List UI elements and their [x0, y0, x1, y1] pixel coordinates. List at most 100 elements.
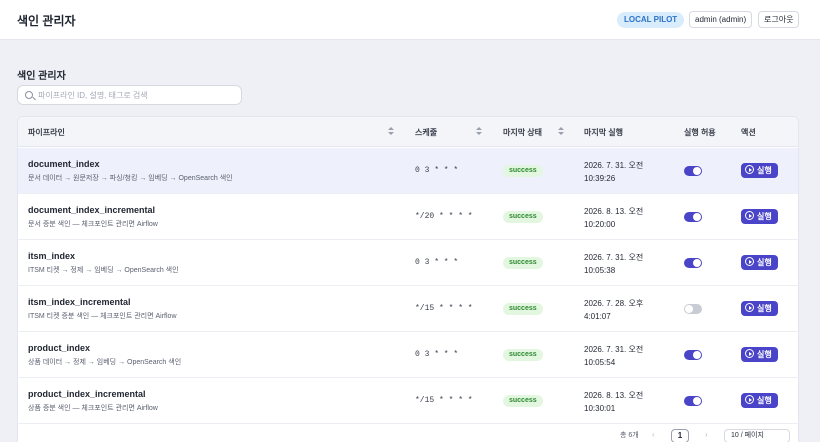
- enable-toggle[interactable]: [684, 350, 702, 360]
- run-label: 실행: [757, 396, 772, 405]
- page-size-select[interactable]: 10 / 페이지: [724, 429, 790, 442]
- run-button[interactable]: 실행: [741, 163, 778, 178]
- play-icon: [745, 395, 754, 404]
- run-button[interactable]: 실행: [741, 347, 778, 362]
- status-badge: success: [503, 349, 543, 361]
- last-run: 2026. 7. 31. 오전 10:05:38: [584, 251, 643, 277]
- last-run-time: 10:39:26: [584, 174, 616, 183]
- play-icon: [745, 165, 754, 174]
- toggle-knob: [693, 351, 701, 359]
- last-run-time: 10:05:54: [584, 358, 616, 367]
- search-input[interactable]: [38, 88, 238, 103]
- next-page-button[interactable]: ›: [705, 430, 708, 439]
- enable-toggle[interactable]: [684, 166, 702, 176]
- top-bar: 색인 관리자 LOCAL PILOT admin (admin) 로그아웃: [0, 0, 820, 40]
- status-badge: success: [503, 165, 543, 177]
- column-header-status[interactable]: 마지막 상태: [503, 127, 542, 138]
- page-1-button[interactable]: 1: [671, 429, 689, 442]
- sort-icon[interactable]: [476, 127, 482, 137]
- last-run-date: 2026. 8. 13. 오전: [584, 207, 644, 216]
- pipeline-description: ITSM 티켓 증분 색인 — 체크포인트 관리면 Airflow: [28, 313, 177, 320]
- pipeline-table: 파이프라인 스케줄 마지막 상태 마지막 실행 실행 허용 액션 documen…: [17, 116, 799, 442]
- last-run-time: 10:05:38: [584, 266, 616, 275]
- pipeline-name[interactable]: document_index_incremental: [28, 205, 155, 215]
- run-label: 실행: [757, 166, 772, 175]
- last-run-date: 2026. 7. 31. 오전: [584, 345, 644, 354]
- schedule-cron: 0 3 * * *: [415, 166, 459, 175]
- status-badge: success: [503, 211, 543, 223]
- pipeline-name[interactable]: itsm_index: [28, 251, 75, 261]
- schedule-cron: 0 3 * * *: [415, 350, 459, 359]
- play-icon: [745, 349, 754, 358]
- last-run-date: 2026. 7. 31. 오전: [584, 253, 644, 262]
- last-run: 2026. 8. 13. 오전 10:20:00: [584, 205, 643, 231]
- run-button[interactable]: 실행: [741, 301, 778, 316]
- schedule-cron: */20 * * * *: [415, 212, 473, 221]
- enable-toggle[interactable]: [684, 304, 702, 314]
- run-label: 실행: [757, 304, 772, 313]
- user-badge: admin (admin): [689, 11, 753, 28]
- pipeline-description: ITSM 티켓 → 정제 → 임베딩 → OpenSearch 색인: [28, 267, 179, 274]
- last-run: 2026. 7. 28. 오후 4:01:07: [584, 297, 643, 323]
- last-run: 2026. 8. 13. 오전 10:30:01: [584, 389, 643, 415]
- column-header-actions: 액션: [741, 128, 756, 137]
- table-row[interactable]: product_index_incremental 상품 증분 색인 — 체크포…: [18, 378, 798, 424]
- sort-icon[interactable]: [558, 127, 564, 137]
- pipeline-description: 상품 증분 색인 — 체크포인트 관리면 Airflow: [28, 405, 158, 412]
- table-row[interactable]: itsm_index ITSM 티켓 → 정제 → 임베딩 → OpenSear…: [18, 240, 798, 286]
- schedule-cron: */15 * * * *: [415, 396, 473, 405]
- pipeline-description: 문서 데이터 → 원문저장 → 파싱/청킹 → 임베딩 → OpenSearch…: [28, 175, 233, 182]
- column-header-enabled: 실행 허용: [684, 128, 716, 137]
- toggle-knob: [693, 397, 701, 405]
- table-row[interactable]: itsm_index_incremental ITSM 티켓 증분 색인 — 체…: [18, 286, 798, 332]
- play-icon: [745, 257, 754, 266]
- play-icon: [745, 303, 754, 312]
- last-run-date: 2026. 7. 31. 오전: [584, 161, 644, 170]
- enable-toggle[interactable]: [684, 212, 702, 222]
- run-label: 실행: [757, 350, 772, 359]
- environment-badge: LOCAL PILOT: [617, 12, 685, 28]
- status-badge: success: [503, 303, 543, 315]
- last-run: 2026. 7. 31. 오전 10:39:26: [584, 159, 643, 185]
- enable-toggle[interactable]: [684, 396, 702, 406]
- toggle-knob: [685, 305, 693, 313]
- pipeline-description: 문서 증분 색인 — 체크포인트 관리면 Airflow: [28, 221, 158, 228]
- run-label: 실행: [757, 212, 772, 221]
- page-title: 색인 관리자: [17, 71, 66, 82]
- last-run-time: 10:30:01: [584, 404, 616, 413]
- run-label: 실행: [757, 258, 772, 267]
- pagination-summary: 총 6개: [620, 432, 639, 439]
- app-title: 색인 관리자: [17, 14, 76, 28]
- status-badge: success: [503, 395, 543, 407]
- run-button[interactable]: 실행: [741, 393, 778, 408]
- search-box: [17, 85, 242, 105]
- run-button[interactable]: 실행: [741, 255, 778, 270]
- pipeline-name[interactable]: product_index_incremental: [28, 389, 146, 399]
- last-run-time: 10:20:00: [584, 220, 616, 229]
- last-run: 2026. 7. 31. 오전 10:05:54: [584, 343, 643, 369]
- pipeline-name[interactable]: document_index: [28, 159, 100, 169]
- run-button[interactable]: 실행: [741, 209, 778, 224]
- table-row[interactable]: document_index 문서 데이터 → 원문저장 → 파싱/청킹 → 임…: [18, 148, 798, 194]
- table-row[interactable]: product_index 상품 데이터 → 정제 → 임베딩 → OpenSe…: [18, 332, 798, 378]
- table-row[interactable]: document_index_incremental 문서 증분 색인 — 체크…: [18, 194, 798, 240]
- play-icon: [745, 211, 754, 220]
- column-header-schedule[interactable]: 스케줄: [415, 127, 437, 138]
- pipeline-name[interactable]: product_index: [28, 343, 90, 353]
- column-header-pipeline[interactable]: 파이프라인: [28, 127, 65, 138]
- logout-button[interactable]: 로그아웃: [758, 11, 800, 28]
- toggle-knob: [693, 213, 701, 221]
- schedule-cron: */15 * * * *: [415, 304, 473, 313]
- toggle-knob: [693, 259, 701, 267]
- toggle-knob: [693, 167, 701, 175]
- enable-toggle[interactable]: [684, 258, 702, 268]
- last-run-date: 2026. 7. 28. 오후: [584, 299, 644, 308]
- sort-icon[interactable]: [388, 127, 394, 137]
- pagination: 총 6개 ‹ 1 › 10 / 페이지: [0, 425, 820, 442]
- last-run-time: 4:01:07: [584, 312, 611, 321]
- pipeline-name[interactable]: itsm_index_incremental: [28, 297, 131, 307]
- prev-page-button[interactable]: ‹: [652, 430, 655, 439]
- column-header-last-run[interactable]: 마지막 실행: [584, 127, 623, 138]
- status-badge: success: [503, 257, 543, 269]
- last-run-date: 2026. 8. 13. 오전: [584, 391, 644, 400]
